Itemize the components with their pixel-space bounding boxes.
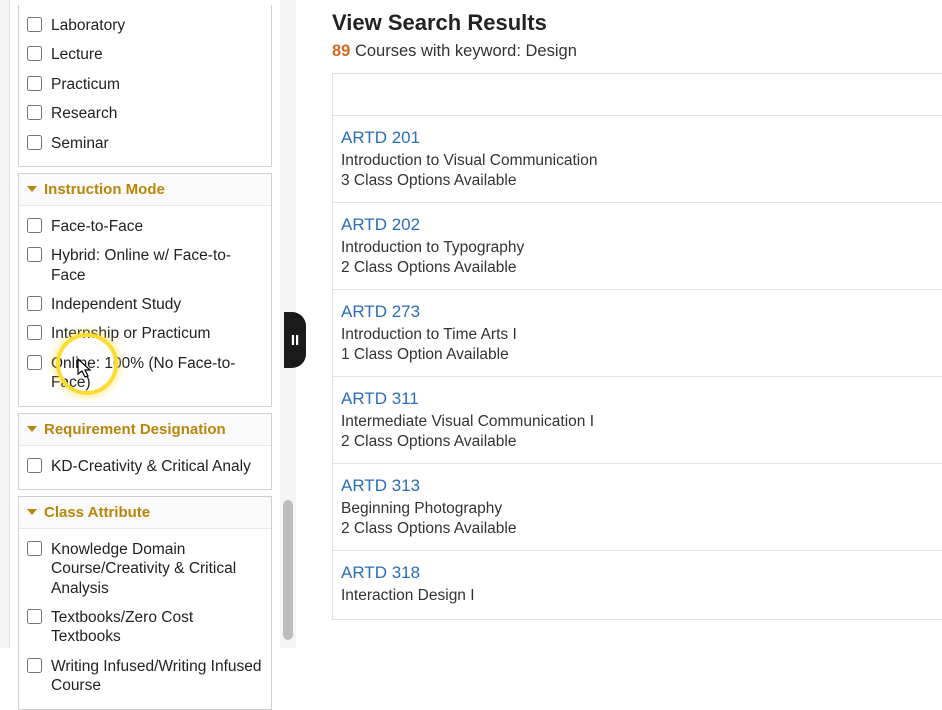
filter-label: Research [51,104,117,123]
scroll-thumb[interactable] [283,500,293,640]
filter-section-instruction-mode: Instruction Mode Face-to-Face Hybrid: On… [18,173,272,407]
checkbox-knowledge-domain[interactable] [27,541,42,556]
page-title: View Search Results [332,10,942,36]
filter-item-hybrid[interactable]: Hybrid: Online w/ Face-to-Face [27,241,263,290]
course-row[interactable]: ARTD 201 Introduction to Visual Communic… [332,116,942,203]
filter-title: Instruction Mode [44,181,165,198]
course-row[interactable]: ARTD 318 Interaction Design I [332,551,942,620]
filter-item-knowledge-domain[interactable]: Knowledge Domain Course/Creativity & Cri… [27,535,263,603]
filter-item-practicum[interactable]: Practicum [27,70,263,99]
filter-header-instruction-mode[interactable]: Instruction Mode [19,174,271,206]
filter-section-requirement: Requirement Designation KD-Creativity & … [18,413,272,490]
results-subtitle: 89 Courses with keyword: Design [332,42,942,61]
filter-item-laboratory[interactable]: Laboratory [27,11,263,40]
results-spacer [332,74,942,116]
filter-item-kd-creativity[interactable]: KD-Creativity & Critical Analy [27,452,263,481]
course-options: 2 Class Options Available [341,433,934,451]
course-code: ARTD 273 [341,302,934,322]
course-title: Beginning Photography [341,500,934,518]
results-count: 89 [332,42,350,60]
checkbox-seminar[interactable] [27,135,42,150]
course-code: ARTD 318 [341,563,934,583]
checkbox-research[interactable] [27,105,42,120]
filter-title: Class Attribute [44,504,150,521]
filter-label: Online: 100% (No Face-to-Face) [51,354,263,393]
filter-label: Laboratory [51,16,125,35]
checkbox-face-to-face[interactable] [27,218,42,233]
checkbox-internship[interactable] [27,325,42,340]
filter-item-writing-infused[interactable]: Writing Infused/Writing Infused Course [27,652,263,701]
course-title: Introduction to Visual Communication [341,152,934,170]
course-row[interactable]: ARTD 311 Intermediate Visual Communicati… [332,377,942,464]
checkbox-practicum[interactable] [27,76,42,91]
results-list: ARTD 201 Introduction to Visual Communic… [332,73,942,620]
course-code: ARTD 311 [341,389,934,409]
sidebar-collapse-tab[interactable]: II [284,312,306,368]
filter-label: Internship or Practicum [51,324,210,343]
course-code: ARTD 201 [341,128,934,148]
checkbox-laboratory[interactable] [27,17,42,32]
filter-item-research[interactable]: Research [27,99,263,128]
course-options: 1 Class Option Available [341,346,934,364]
filter-section-top: Laboratory Lecture Practicum Research Se… [18,5,272,167]
course-options: 2 Class Options Available [341,259,934,277]
results-subtext: Courses with keyword: Design [355,42,577,60]
filter-label: Knowledge Domain Course/Creativity & Cri… [51,540,263,598]
filter-item-online[interactable]: Online: 100% (No Face-to-Face) [27,349,263,398]
filter-header-requirement[interactable]: Requirement Designation [19,414,271,446]
filter-item-internship[interactable]: Internship or Practicum [27,319,263,348]
filter-label: KD-Creativity & Critical Analy [51,457,251,476]
course-title: Introduction to Typography [341,239,934,257]
filter-item-face-to-face[interactable]: Face-to-Face [27,212,263,241]
course-options: 2 Class Options Available [341,520,934,538]
filter-header-class-attribute[interactable]: Class Attribute [19,497,271,529]
course-title: Intermediate Visual Communication I [341,413,934,431]
checkbox-online[interactable] [27,355,42,370]
filter-title: Requirement Designation [44,421,226,438]
filter-label: Hybrid: Online w/ Face-to-Face [51,246,263,285]
course-title: Interaction Design I [341,587,934,605]
course-options: 3 Class Options Available [341,172,934,190]
checkbox-hybrid[interactable] [27,247,42,262]
filter-label: Seminar [51,134,109,153]
checkbox-writing-infused[interactable] [27,658,42,673]
filter-label: Lecture [51,45,103,64]
checkbox-independent-study[interactable] [27,296,42,311]
course-row[interactable]: ARTD 313 Beginning Photography 2 Class O… [332,464,942,551]
filter-label: Face-to-Face [51,217,143,236]
filter-sidebar: Laboratory Lecture Practicum Research Se… [10,0,280,648]
filter-label: Writing Infused/Writing Infused Course [51,657,263,696]
course-code: ARTD 202 [341,215,934,235]
filter-item-textbooks[interactable]: Textbooks/Zero Cost Textbooks [27,603,263,652]
filter-label: Textbooks/Zero Cost Textbooks [51,608,263,647]
course-title: Introduction to Time Arts I [341,326,934,344]
chevron-down-icon [27,509,37,515]
course-row[interactable]: ARTD 273 Introduction to Time Arts I 1 C… [332,290,942,377]
checkbox-textbooks[interactable] [27,609,42,624]
filter-label: Practicum [51,75,120,94]
filter-label: Independent Study [51,295,181,314]
pause-icon: II [291,332,299,349]
filter-section-class-attribute: Class Attribute Knowledge Domain Course/… [18,496,272,710]
course-row[interactable]: ARTD 202 Introduction to Typography 2 Cl… [332,203,942,290]
chevron-down-icon [27,186,37,192]
results-area: II View Search Results 89 Courses with k… [296,0,942,648]
left-gutter [0,0,10,648]
course-code: ARTD 313 [341,476,934,496]
checkbox-kd-creativity[interactable] [27,458,42,473]
filter-item-seminar[interactable]: Seminar [27,129,263,158]
filter-item-independent-study[interactable]: Independent Study [27,290,263,319]
filter-item-lecture[interactable]: Lecture [27,40,263,69]
chevron-down-icon [27,426,37,432]
checkbox-lecture[interactable] [27,46,42,61]
